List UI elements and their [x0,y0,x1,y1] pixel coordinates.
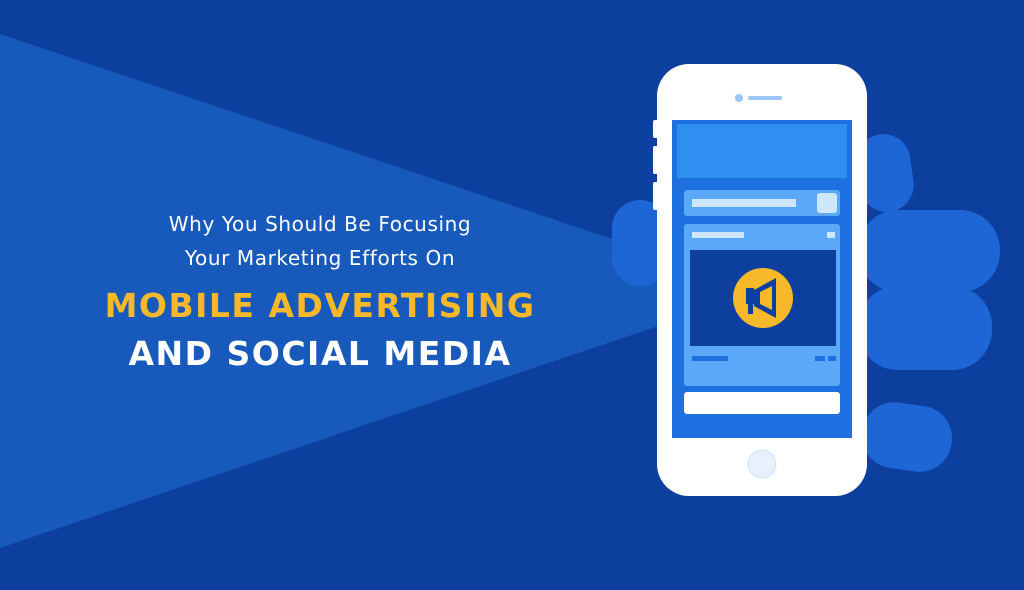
megaphone-handle [746,288,754,304]
finger-3 [858,286,992,370]
card-action-2 [828,356,836,361]
app-bar [677,124,847,178]
headline-highlight-line: MOBILE ADVERTISING [104,286,536,325]
subtitle-line-1: Why You Should Be Focusing [168,212,472,236]
comment-field [684,392,840,414]
smartphone [653,64,867,496]
home-button-icon [747,449,777,479]
card-header-line [692,232,744,238]
megaphone-grip [748,304,753,314]
search-button-icon [817,193,837,213]
megaphone-icon [733,268,793,328]
card-footer-line [692,356,728,361]
front-camera-icon [735,94,743,102]
finger-2 [858,210,1000,292]
card-menu-icon [827,232,835,238]
card-action-1 [815,356,825,361]
hero-banner: Why You Should Be Focusing Your Marketin… [0,0,1024,590]
subtitle-line-2: Your Marketing Efforts On [184,246,456,270]
search-bar-text [692,199,796,207]
headline-line-2: AND SOCIAL MEDIA [128,334,512,373]
speaker-grille [748,96,782,100]
